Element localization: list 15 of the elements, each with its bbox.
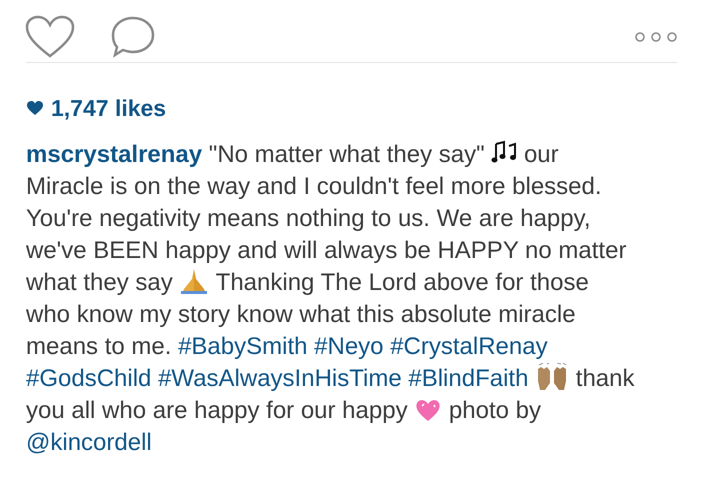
hashtag-link[interactable]: #Neyo — [314, 333, 384, 360]
comment-bubble-icon[interactable] — [110, 15, 156, 59]
hashtag-link[interactable]: #BlindFaith — [408, 365, 528, 392]
hashtag-link[interactable]: @kincordell — [26, 429, 152, 456]
caption-text: mscrystalrenay "No matter what they say" our Miracle is on the way and I couldn't feel more blessed. You're negativity means nothing to us. We are happy, we've BEEN happy and will always be HAPPY no matter what they say Thanking The Lord above for those who know my story know what this absolute miracle means to me. #BabySmith #Neyo #CrystalRenay #GodsChild #WasAlwaysInHisTime #BlindFaith thank you all who are happy for our happy photo by @kincordell — [25, 139, 636, 458]
hashtag-link[interactable]: #GodsChild — [26, 365, 152, 392]
username-link[interactable]: mscrystalrenay — [26, 141, 202, 168]
likes-count: 1,747 likes — [51, 94, 166, 123]
hashtag-link[interactable]: #WasAlwaysInHisTime — [158, 365, 402, 392]
like-heart-icon[interactable] — [25, 15, 75, 59]
more-options-icon[interactable] — [634, 31, 678, 43]
heart-icon — [27, 100, 43, 116]
hashtag-link[interactable]: #CrystalRenay — [390, 333, 548, 360]
hashtag-link[interactable]: #BabySmith — [178, 333, 308, 360]
sparkling-heart-icon — [414, 397, 442, 423]
